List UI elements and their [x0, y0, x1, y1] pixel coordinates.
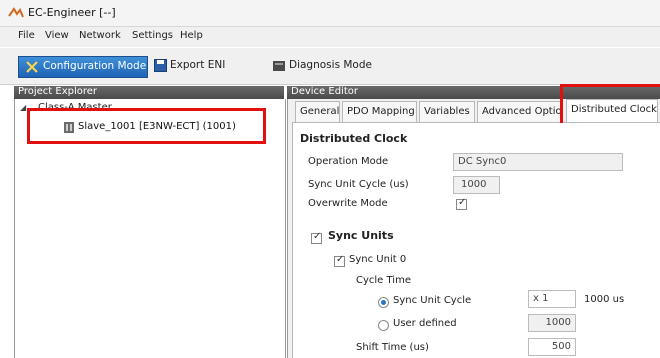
menu-settings[interactable]: Settings — [132, 30, 173, 41]
configuration-mode-button[interactable]: Configuration Mode — [18, 56, 148, 78]
sync-unit-0-checkbox[interactable]: ✓ — [334, 254, 345, 267]
diagnosis-icon — [273, 61, 285, 71]
cycle-multiplier-field[interactable]: x 1 — [528, 290, 576, 308]
menu-bar: File View Network Settings Help — [0, 27, 660, 47]
shift-time-field[interactable]: 500 — [528, 338, 576, 356]
menu-file[interactable]: File — [18, 30, 35, 41]
check-icon: ✓ — [458, 197, 467, 208]
tab-variables[interactable]: Variables — [419, 101, 475, 122]
sync-units-checkbox[interactable]: ✓ — [311, 231, 322, 244]
user-defined-field[interactable]: 1000 — [528, 314, 576, 332]
tab-general-label: General — [300, 106, 340, 117]
tab-general[interactable]: General — [295, 101, 340, 122]
configuration-mode-label: Configuration Mode — [43, 60, 147, 72]
check-icon: ✓ — [313, 231, 322, 242]
project-explorer-header: Project Explorer — [14, 86, 284, 99]
tab-pdo-mapping-label: PDO Mapping — [347, 106, 415, 117]
overwrite-mode-checkbox[interactable]: ✓ — [456, 197, 467, 210]
sync-unit-cycle-value: 1000 — [461, 179, 487, 190]
check-icon: ✓ — [336, 254, 345, 265]
shift-time-value: 500 — [551, 341, 571, 352]
save-icon — [154, 59, 167, 72]
shift-time-label: Shift Time (us) — [356, 342, 429, 353]
menu-help[interactable]: Help — [180, 30, 203, 41]
tab-variables-label: Variables — [424, 106, 470, 117]
cycle-time-label: Cycle Time — [356, 275, 411, 286]
sync-units-label: Sync Units — [328, 229, 394, 242]
cycle-multiplier-value: x 1 — [533, 293, 549, 304]
sync-unit-0-label: Sync Unit 0 — [349, 254, 407, 265]
overwrite-mode-label: Overwrite Mode — [308, 198, 388, 209]
tab-pdo-mapping[interactable]: PDO Mapping — [342, 101, 417, 122]
slave-highlight-box — [27, 108, 266, 144]
sync-unit-cycle-field[interactable]: 1000 — [453, 176, 500, 194]
configuration-icon — [26, 61, 38, 73]
operation-mode-value: DC Sync0 — [458, 156, 507, 167]
sync-unit-cycle-radio-label: Sync Unit Cycle — [393, 295, 472, 306]
device-editor-title: Device Editor — [291, 86, 358, 97]
sync-unit-cycle-label: Sync Unit Cycle (us) — [308, 179, 409, 190]
operation-mode-field[interactable]: DC Sync0 — [453, 153, 623, 171]
operation-mode-label: Operation Mode — [308, 156, 389, 167]
user-defined-radio-label: User defined — [393, 318, 457, 329]
user-defined-radio[interactable] — [378, 320, 389, 331]
cycle-multiplier-result: 1000 us — [584, 294, 625, 305]
sync-unit-cycle-radio[interactable] — [378, 297, 389, 308]
diagnosis-mode-label: Diagnosis Mode — [289, 59, 372, 71]
window-title: EC-Engineer [--] — [28, 6, 116, 19]
app-logo-icon — [8, 7, 24, 18]
title-bar: EC-Engineer [--] — [0, 0, 660, 27]
tree-expand-icon[interactable]: ◢ — [20, 103, 26, 112]
menu-network[interactable]: Network — [79, 30, 121, 41]
tab-advanced-options-label: Advanced Options — [482, 106, 562, 117]
project-explorer-title: Project Explorer — [18, 86, 98, 97]
tab-advanced-options[interactable]: Advanced Options — [477, 101, 563, 122]
section-title: Distributed Clock — [300, 132, 408, 145]
export-eni-label: Export ENI — [170, 59, 226, 71]
menu-view[interactable]: View — [45, 30, 69, 41]
diagnosis-mode-button[interactable]: Diagnosis Mode — [271, 56, 381, 76]
user-defined-value: 1000 — [545, 317, 571, 328]
export-eni-button[interactable]: Export ENI — [152, 56, 232, 76]
